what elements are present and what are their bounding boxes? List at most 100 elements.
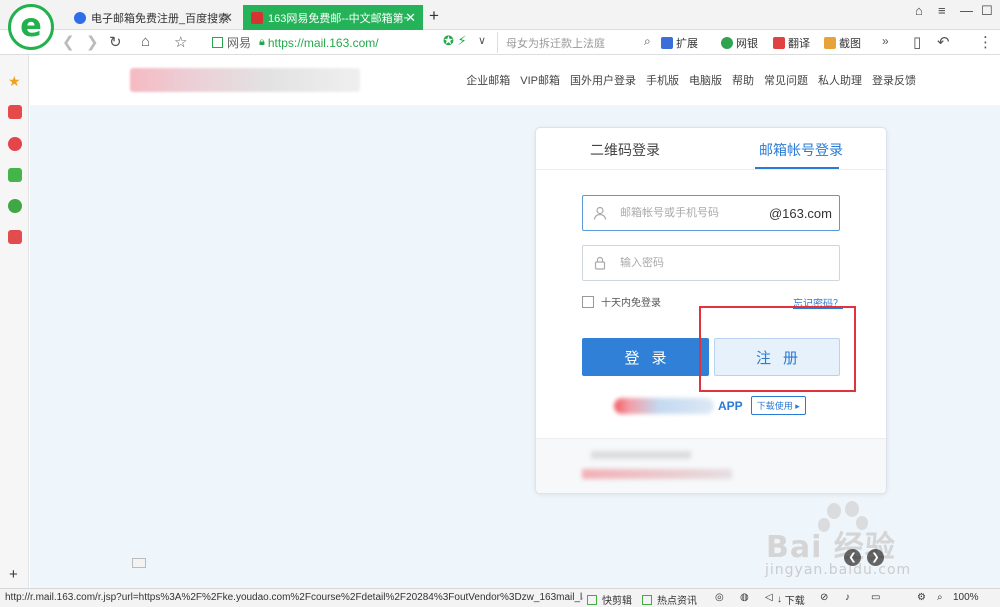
tab-163-mail[interactable]: 163网易免费邮--中文邮箱第一品 ✕ xyxy=(243,5,423,30)
forward-icon[interactable]: ❯ xyxy=(86,33,99,51)
login-card: 二维码登录 邮箱帐号登录 @163.com 十天内免登录 忘记密码？ 登录 注册 xyxy=(535,127,887,494)
zoom-level[interactable]: 100% xyxy=(953,592,979,603)
password-field[interactable] xyxy=(582,245,840,281)
mute-icon[interactable]: ♪ xyxy=(845,592,850,603)
nav-link-feedback[interactable]: 登录反馈 xyxy=(872,72,916,88)
browser-logo[interactable]: e xyxy=(8,4,54,50)
download-button[interactable]: ↓ 下载 xyxy=(777,592,805,607)
tab-baidu-search[interactable]: 电子邮箱免费注册_百度搜索 ✕ xyxy=(66,5,240,30)
overflow-menu-icon[interactable]: ⋮ xyxy=(978,33,993,51)
tab-label: 163网易免费邮--中文邮箱第一品 xyxy=(268,12,408,25)
search-icon[interactable]: ⌕ xyxy=(644,34,651,49)
remember-label: 十天内免登录 xyxy=(601,298,661,309)
search-hint: 母女为拆迁款上法庭 xyxy=(506,37,605,50)
extensions-button[interactable]: 扩展 xyxy=(661,35,698,51)
maximize-icon[interactable]: ☐ xyxy=(981,3,993,19)
password-input[interactable] xyxy=(620,257,770,269)
screenshot-button[interactable]: 截图 xyxy=(824,35,861,51)
extensions-label: 扩展 xyxy=(676,38,698,50)
news-icon xyxy=(642,594,652,605)
tab-account-login[interactable]: 邮箱帐号登录 xyxy=(759,140,843,160)
nav-link-assistant[interactable]: 私人助理 xyxy=(818,72,862,88)
app-promo: APP 下载使用 ▸ xyxy=(614,396,806,415)
baidu-paw-icon xyxy=(74,11,86,24)
login-button[interactable]: 登录 xyxy=(582,338,709,376)
back-icon[interactable]: ❮ xyxy=(62,33,75,51)
user-icon xyxy=(592,205,608,221)
mail-icon[interactable] xyxy=(8,168,22,182)
bookmark-panel-icon[interactable]: ▯ xyxy=(913,33,921,51)
ie-mode-icon[interactable]: ⊘ xyxy=(820,592,828,603)
nav-link-enterprise[interactable]: 企业邮箱 xyxy=(466,72,510,88)
scissors-icon xyxy=(824,37,836,49)
new-tab-button[interactable]: + xyxy=(429,6,439,26)
more-tools-button[interactable]: » xyxy=(882,34,889,48)
broken-image-icon xyxy=(132,558,146,568)
search-input[interactable]: 母女为拆迁款上法庭 xyxy=(497,32,657,53)
blurred-link xyxy=(582,469,732,479)
banking-label: 网银 xyxy=(736,38,758,50)
netease-icon xyxy=(251,11,263,24)
email-field[interactable]: @163.com xyxy=(582,195,840,231)
left-sidebar: ★ xyxy=(0,55,29,588)
minimize-icon[interactable]: — xyxy=(960,3,973,18)
app-download-button[interactable]: 下载使用 ▸ xyxy=(750,396,806,415)
nav-link-desktop[interactable]: 电脑版 xyxy=(689,72,722,88)
close-tab-icon[interactable]: ✕ xyxy=(222,10,233,26)
zoom-icon[interactable]: ⌕ xyxy=(937,592,943,603)
prev-arrow-icon[interactable]: ❮ xyxy=(844,549,861,566)
star-icon[interactable]: ★ xyxy=(8,73,22,89)
news-label: 热点资讯 xyxy=(657,596,697,607)
next-arrow-icon[interactable]: ❯ xyxy=(867,549,884,566)
email-input[interactable] xyxy=(620,207,770,219)
favorite-star-icon[interactable]: ☆ xyxy=(174,33,187,51)
leaf-icon[interactable] xyxy=(8,199,22,213)
news-icon[interactable] xyxy=(8,105,22,119)
chevron-down-icon[interactable]: ∨ xyxy=(478,34,486,47)
menu-icon[interactable]: ≡ xyxy=(938,3,946,18)
top-navigation: 企业邮箱 VIP邮箱 国外用户登录 手机版 电脑版 帮助 常见问题 私人助理 登… xyxy=(466,72,916,88)
watermark-url: jingyan.baidu.com xyxy=(765,562,912,578)
quick-clip-button[interactable]: 快剪辑 xyxy=(587,592,632,607)
status-bar: http://r.mail.163.com/r.jsp?url=https%3A… xyxy=(0,588,1000,607)
banking-button[interactable]: 网银 xyxy=(721,35,758,51)
settings-icon[interactable]: ⚙ xyxy=(917,592,926,603)
close-tab-icon[interactable]: ✕ xyxy=(405,10,416,26)
nav-link-help[interactable]: 帮助 xyxy=(732,72,754,88)
divider xyxy=(536,169,886,170)
home-icon[interactable]: ⌂ xyxy=(141,33,150,50)
hot-news-button[interactable]: 热点资讯 xyxy=(642,592,697,607)
bank-shield-icon xyxy=(721,37,733,49)
security-shield-icon[interactable]: ✪ ⚡ xyxy=(443,33,467,49)
address-bar: ❮ ❯ ↻ ⌂ ☆ 网易 🔒︎ https://mail.163.com/ ✪ … xyxy=(0,30,1000,55)
blurred-app-name xyxy=(614,397,714,414)
remember-login[interactable]: 十天内免登录 xyxy=(582,294,661,309)
nav-link-faq[interactable]: 常见问题 xyxy=(764,72,808,88)
add-sidebar-item-icon[interactable]: + xyxy=(9,566,18,583)
url-field[interactable]: 网易 🔒︎ https://mail.163.com/ xyxy=(212,32,436,53)
undo-icon[interactable]: ↶ xyxy=(937,33,950,51)
weibo-icon[interactable] xyxy=(8,137,22,151)
highlight-annotation xyxy=(699,306,856,392)
blurred-brand-logo xyxy=(130,68,360,92)
circle-icon[interactable]: ◎ xyxy=(715,592,724,603)
speaker-icon[interactable]: ◁ xyxy=(765,592,773,603)
tab-qr-login[interactable]: 二维码登录 xyxy=(590,140,660,160)
blurred-text xyxy=(591,451,691,459)
lock-icon: 🔒︎ xyxy=(259,36,265,48)
globe-icon[interactable]: ◍ xyxy=(740,592,749,603)
shirt-skin-icon[interactable]: ⌂ xyxy=(915,3,923,18)
game-icon[interactable] xyxy=(8,230,22,244)
screen-icon[interactable]: ▭ xyxy=(871,592,880,603)
email-domain-suffix: @163.com xyxy=(768,205,832,221)
remember-checkbox[interactable] xyxy=(582,295,594,308)
refresh-icon[interactable]: ↻ xyxy=(109,33,122,51)
clip-icon xyxy=(587,594,597,605)
nav-link-overseas[interactable]: 国外用户登录 xyxy=(570,72,636,88)
app-label: APP xyxy=(718,398,743,413)
translate-button[interactable]: 翻译 xyxy=(773,35,810,51)
nav-link-vip[interactable]: VIP邮箱 xyxy=(520,72,560,88)
nav-link-mobile[interactable]: 手机版 xyxy=(646,72,679,88)
lock-icon xyxy=(592,255,608,271)
download-icon: ↓ xyxy=(777,594,785,605)
